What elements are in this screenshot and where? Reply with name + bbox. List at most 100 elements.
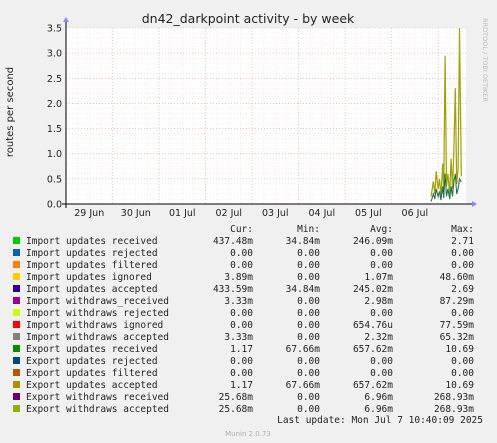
x-tick-label: 02 Jul	[216, 208, 243, 219]
legend-avg: 246.09m	[353, 236, 393, 247]
legend-header-max: Max:	[451, 224, 474, 235]
legend-swatch	[13, 345, 20, 352]
x-tick-label: 30 Jun	[121, 208, 151, 219]
legend-max: 2.69	[451, 284, 474, 295]
legend-max: 48.60m	[440, 272, 475, 283]
plot-area	[66, 28, 466, 204]
last-update: Last update: Mon Jul 7 10:40:09 2025	[277, 415, 483, 426]
legend: Cur: Min: Avg: Max: Import updates recei…	[13, 224, 474, 415]
x-axis-arrow	[472, 201, 477, 207]
y-axis-arrow	[63, 17, 69, 22]
legend-avg: 0.00	[370, 260, 393, 271]
legend-max: 2.71	[451, 236, 474, 247]
legend-swatch	[13, 261, 20, 268]
legend-swatch	[13, 297, 20, 304]
legend-min: 0.00	[297, 356, 320, 367]
legend-swatch	[13, 405, 20, 412]
legend-max: 0.00	[451, 260, 474, 271]
legend-max: 65.32m	[440, 332, 475, 343]
y-tick-label: 0.5	[47, 174, 62, 185]
footer: Munin 2.0.73	[225, 430, 271, 438]
x-tick-label: 01 Jul	[169, 208, 196, 219]
legend-avg: 0.00	[370, 368, 393, 379]
legend-header-cur: Cur:	[230, 224, 253, 235]
legend-max: 268.93m	[434, 404, 474, 415]
legend-swatch	[13, 237, 20, 244]
legend-cur: 3.89m	[224, 272, 253, 283]
legend-max: 268.93m	[434, 392, 474, 403]
y-tick-label: 2.0	[47, 99, 62, 110]
side-label: RRDTOOL / TOBI OETIKER	[481, 18, 489, 102]
y-tick-label: 2.5	[47, 74, 62, 85]
legend-header-min: Min:	[297, 224, 320, 235]
legend-avg: 1.07m	[364, 272, 393, 283]
legend-max: 87.29m	[440, 296, 475, 307]
legend-name: Import withdraws rejected	[26, 308, 169, 319]
legend-swatch	[13, 357, 20, 364]
y-axis-label: routes per second	[5, 67, 16, 157]
legend-cur: 3.33m	[224, 332, 253, 343]
legend-avg: 0.00	[370, 248, 393, 259]
legend-cur: 437.48m	[213, 236, 253, 247]
legend-avg: 2.98m	[364, 296, 393, 307]
x-tick-label: 04 Jul	[309, 208, 336, 219]
legend-min: 0.00	[297, 272, 320, 283]
legend-min: 0.00	[297, 392, 320, 403]
legend-min: 0.00	[297, 296, 320, 307]
legend-min: 67.66m	[286, 380, 321, 391]
legend-max: 77.59m	[440, 320, 475, 331]
legend-avg: 0.00	[370, 308, 393, 319]
chart-title: dn42_darkpoint activity - by week	[142, 11, 355, 26]
y-tick-label: 0.0	[47, 200, 62, 211]
legend-min: 0.00	[297, 332, 320, 343]
legend-max: 10.69	[445, 380, 474, 391]
legend-name: Import updates filtered	[26, 260, 158, 271]
legend-swatch	[13, 381, 20, 388]
legend-swatch	[13, 333, 20, 340]
legend-avg: 6.96m	[364, 392, 393, 403]
legend-max: 0.00	[451, 248, 474, 259]
legend-max: 10.69	[445, 344, 474, 355]
legend-min: 0.00	[297, 308, 320, 319]
legend-name: Import withdraws ignored	[26, 320, 163, 331]
x-tick-label: 05 Jul	[355, 208, 382, 219]
legend-swatch	[13, 369, 20, 376]
y-tick-label: 3.0	[47, 49, 62, 60]
legend-name: Export withdraws accepted	[26, 404, 169, 415]
legend-min: 0.00	[297, 248, 320, 259]
legend-avg: 2.32m	[364, 332, 393, 343]
legend-min: 67.66m	[286, 344, 321, 355]
legend-name: Export updates rejected	[26, 356, 158, 367]
legend-min: 0.00	[297, 368, 320, 379]
legend-max: 0.00	[451, 356, 474, 367]
legend-avg: 0.00	[370, 356, 393, 367]
legend-min: 34.84m	[286, 236, 321, 247]
legend-cur: 0.00	[230, 368, 253, 379]
legend-name: Import withdraws accepted	[26, 332, 169, 343]
legend-max: 0.00	[451, 368, 474, 379]
legend-name: Export updates accepted	[26, 380, 158, 391]
legend-cur: 0.00	[230, 260, 253, 271]
legend-cur: 1.17	[230, 380, 253, 391]
legend-avg: 6.96m	[364, 404, 393, 415]
chart-canvas: dn42_darkpoint activity - by week routes…	[0, 0, 497, 443]
legend-min: 34.84m	[286, 284, 321, 295]
legend-avg: 245.02m	[353, 284, 393, 295]
legend-name: Export updates received	[26, 344, 158, 355]
y-tick-label: 1.5	[47, 124, 62, 135]
legend-avg: 657.62m	[353, 344, 393, 355]
legend-swatch	[13, 321, 20, 328]
x-tick-label: 06 Jul	[402, 208, 429, 219]
legend-min: 0.00	[297, 260, 320, 271]
legend-cur: 0.00	[230, 308, 253, 319]
legend-min: 0.00	[297, 320, 320, 331]
y-tick-label: 1.0	[47, 149, 62, 160]
legend-min: 0.00	[297, 404, 320, 415]
legend-cur: 25.68m	[219, 404, 254, 415]
legend-cur: 0.00	[230, 356, 253, 367]
x-tick-label: 29 Jun	[74, 208, 104, 219]
legend-name: Import updates accepted	[26, 284, 158, 295]
x-tick-label: 03 Jul	[262, 208, 289, 219]
legend-cur: 0.00	[230, 248, 253, 259]
legend-name: Import updates rejected	[26, 248, 158, 259]
